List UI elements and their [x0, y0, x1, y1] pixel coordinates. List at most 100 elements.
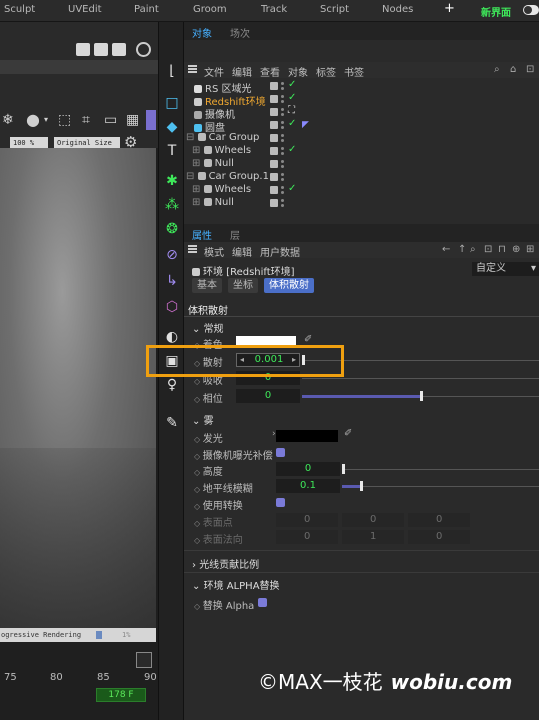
new-window-icon[interactable]: ⊕ [512, 244, 520, 255]
enabled-check-icon[interactable]: ✓ [288, 92, 296, 103]
group-fog[interactable]: ⌄ 雾 [192, 412, 214, 427]
render-dots[interactable] [281, 159, 285, 170]
light-icon[interactable]: ♀ [163, 376, 181, 394]
height-field[interactable]: 0 [276, 462, 340, 476]
list-item[interactable]: ⊟ Car Group.1 [184, 171, 539, 184]
cube-icon[interactable]: ◆ [163, 118, 181, 136]
snapshot-icon[interactable] [136, 42, 151, 57]
slider-track[interactable] [342, 486, 539, 487]
tab-objects[interactable]: 对象 [192, 25, 212, 40]
list-item[interactable]: ⊞ Wheels ✓ [184, 183, 539, 197]
material-tag-icon[interactable]: ◤ [302, 120, 309, 130]
phase-field[interactable]: 0 [236, 389, 300, 403]
clapper-icon[interactable] [76, 43, 90, 56]
list-item[interactable]: ⊞ Null [184, 197, 539, 210]
render-dots[interactable] [281, 133, 285, 144]
visibility-toggle[interactable] [270, 199, 278, 207]
lock-icon[interactable]: ⊡ [526, 64, 534, 75]
render-dots[interactable] [281, 94, 285, 105]
crop-icon[interactable]: ⌗ [82, 112, 90, 128]
slider-knob[interactable] [342, 464, 345, 474]
menu-view[interactable]: 查看 [260, 64, 280, 79]
use-transform-checkbox[interactable] [276, 498, 285, 507]
effector-icon[interactable]: ❂ [163, 220, 181, 238]
color-swatch[interactable] [276, 430, 338, 442]
visibility-toggle[interactable] [270, 134, 278, 142]
cube-outline-icon[interactable]: □ [163, 94, 181, 112]
replace-alpha-checkbox[interactable] [258, 598, 267, 607]
visibility-toggle[interactable] [270, 82, 278, 90]
generator-icon[interactable]: ✱ [163, 172, 181, 190]
list-item[interactable]: ⊞ Wheels ✓ [184, 144, 539, 158]
deformer-icon[interactable]: ⊘ [163, 246, 181, 264]
tab-layers[interactable]: 层 [230, 227, 240, 242]
menu-user-data[interactable]: 用户数据 [260, 244, 300, 259]
text-tool-icon[interactable]: T [163, 142, 181, 160]
render-dots[interactable] [281, 198, 285, 209]
back-arrow-icon[interactable]: ← [442, 244, 450, 255]
enabled-check-icon[interactable]: ✓ [288, 118, 296, 129]
menu-object[interactable]: 对象 [288, 64, 308, 79]
slider-knob[interactable] [420, 391, 423, 401]
tab-volume-scatter[interactable]: 体积散射 [264, 278, 314, 293]
sphere-icon[interactable]: ● [26, 110, 40, 129]
slider-knob[interactable] [360, 481, 363, 491]
snowflake-icon[interactable]: ❄ [2, 112, 14, 128]
menu-tags[interactable]: 标签 [316, 64, 336, 79]
slider-track[interactable] [342, 469, 539, 470]
up-arrow-icon[interactable]: ↑ [458, 244, 466, 255]
home-icon[interactable]: ⌂ [510, 64, 516, 75]
visibility-toggle[interactable] [270, 121, 278, 129]
lock-icon[interactable]: ⊓ [498, 244, 506, 255]
group-ray-contribution[interactable]: › 光线贡献比例 [192, 556, 259, 571]
list-item[interactable]: Redshift环境 ✓ [184, 92, 539, 108]
eyedropper-icon[interactable]: ✐ [304, 334, 312, 345]
visibility-toggle[interactable] [270, 108, 278, 116]
tab-attributes[interactable]: 属性 [192, 227, 212, 242]
menu-paint[interactable]: Paint [134, 4, 159, 15]
render-settings-icon[interactable] [112, 43, 126, 56]
expand-icon[interactable]: ⊞ [192, 158, 204, 169]
menu-edit[interactable]: 编辑 [232, 64, 252, 79]
sculpt-brush-icon[interactable]: ✎ [163, 414, 181, 432]
group-alpha-replace[interactable]: ⌄ 环境 ALPHA替换 [192, 577, 280, 592]
expand-icon[interactable]: ⊟ [186, 132, 198, 143]
render-dots[interactable] [281, 146, 285, 157]
list-item[interactable]: 摄像机 ⛶ [184, 105, 539, 121]
compare-icon[interactable]: ▭ [104, 112, 117, 128]
bookmark-icon[interactable]: ⊡ [484, 244, 492, 255]
visibility-toggle[interactable] [270, 95, 278, 103]
graph-icon[interactable] [136, 652, 152, 668]
play-render-icon[interactable] [94, 43, 108, 56]
tab-coord[interactable]: 坐标 [228, 278, 258, 293]
tab-scene[interactable]: 场次 [230, 25, 250, 40]
menu-track[interactable]: Track [261, 4, 287, 15]
expand-icon[interactable]: ⊞ [192, 145, 204, 156]
menu-script[interactable]: Script [320, 4, 349, 15]
preset-select[interactable]: 自定义 ▾ [472, 262, 539, 276]
tab-basic[interactable]: 基本 [192, 278, 222, 293]
add-layout-button[interactable]: + [444, 1, 455, 16]
image-icon[interactable]: ▦ [126, 112, 139, 128]
scene-icon[interactable]: ◐ [163, 328, 181, 346]
camera-target-icon[interactable]: ⛶ [288, 105, 295, 116]
menu-icon[interactable] [188, 65, 197, 73]
current-frame-field[interactable]: 178 F [96, 688, 146, 702]
menu-edit[interactable]: 编辑 [232, 244, 252, 259]
eyedropper-icon[interactable]: ✐ [344, 428, 352, 439]
menu-uvedit[interactable]: UVEdit [68, 4, 102, 15]
timeline[interactable] [0, 642, 158, 720]
menu-groom[interactable]: Groom [193, 4, 227, 15]
expand-icon[interactable]: ⊟ [186, 171, 198, 182]
menu-bookmarks[interactable]: 书签 [344, 64, 364, 79]
spline-icon[interactable]: ↳ [163, 272, 181, 290]
cloner-icon[interactable]: ⁂ [163, 196, 181, 214]
list-item[interactable]: RS 区域光 ✓ [184, 79, 539, 95]
render-dots[interactable] [281, 120, 285, 131]
visibility-toggle[interactable] [270, 160, 278, 168]
horizon-blur-field[interactable]: 0.1 [276, 479, 340, 493]
new-layout-tab[interactable]: 新界面 [481, 4, 511, 19]
menu-mode[interactable]: 模式 [204, 244, 224, 259]
menu-sculpt[interactable]: Sculpt [4, 4, 35, 15]
render-dots[interactable] [281, 81, 285, 92]
